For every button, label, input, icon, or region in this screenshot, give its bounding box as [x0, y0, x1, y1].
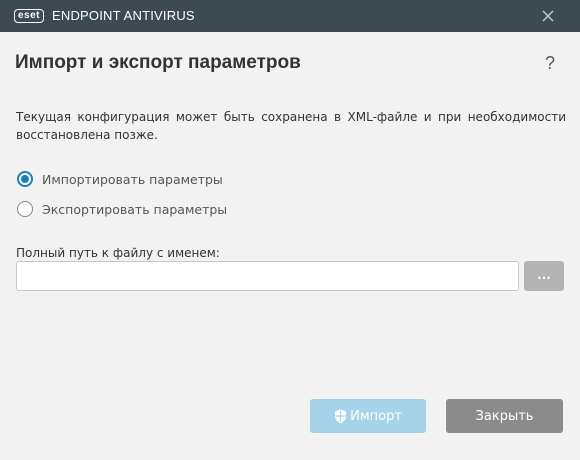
- file-path-input[interactable]: [16, 261, 519, 291]
- export-option[interactable]: Экспортировать параметры: [17, 201, 227, 217]
- close-button[interactable]: Закрыть: [446, 399, 563, 433]
- close-icon[interactable]: [538, 6, 558, 26]
- eset-logo: eset: [14, 9, 45, 23]
- page-title: Импорт и экспорт параметров: [15, 52, 301, 73]
- import-button-label: Импорт: [350, 408, 402, 424]
- shield-icon: [335, 409, 347, 423]
- browse-button[interactable]: ...: [524, 261, 564, 291]
- import-option-label: Импортировать параметры: [42, 171, 223, 187]
- help-icon[interactable]: ?: [545, 52, 555, 74]
- export-radio[interactable]: [17, 201, 33, 217]
- export-option-label: Экспортировать параметры: [42, 201, 228, 217]
- import-option[interactable]: Импортировать параметры: [17, 171, 223, 187]
- description-text: Текущая конфигурация может быть сохранен…: [16, 110, 566, 142]
- app-title: ENDPOINT ANTIVIRUS: [52, 8, 195, 23]
- title-bar: eset ENDPOINT ANTIVIRUS: [0, 0, 580, 32]
- import-radio[interactable]: [17, 171, 33, 187]
- import-button[interactable]: Импорт: [310, 399, 426, 433]
- file-path-label: Полный путь к файлу с именем:: [16, 246, 220, 260]
